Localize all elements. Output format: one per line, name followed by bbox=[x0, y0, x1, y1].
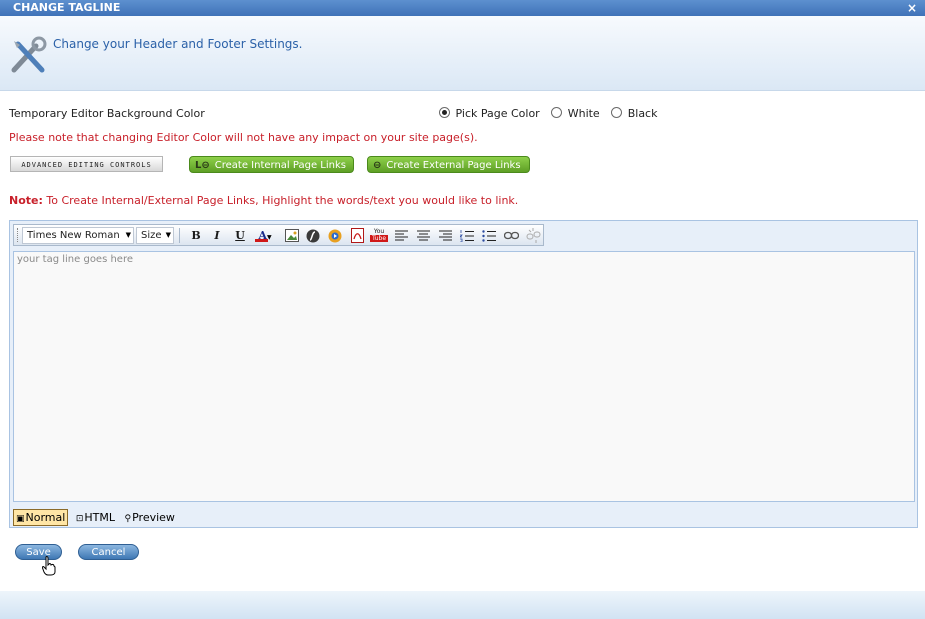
font-size-select[interactable]: Size ▼ bbox=[136, 227, 174, 244]
font-size-value: Size bbox=[141, 230, 162, 241]
background-color-label: Temporary Editor Background Color bbox=[9, 107, 205, 120]
editor-placeholder: your tag line goes here bbox=[17, 254, 134, 265]
tab-preview[interactable]: ⚲Preview bbox=[123, 510, 177, 525]
image-icon[interactable] bbox=[283, 227, 301, 244]
editor-mode-tabs: ▣Normal ⊡HTML ⚲Preview bbox=[13, 509, 179, 526]
dropdown-arrow-icon: ▼ bbox=[165, 231, 171, 239]
unlink-icon[interactable] bbox=[524, 227, 542, 244]
radio-label: White bbox=[567, 107, 600, 120]
radio-label: Black bbox=[627, 107, 658, 120]
italic-icon[interactable]: I bbox=[208, 227, 226, 244]
dropdown-arrow-icon: ▼ bbox=[125, 231, 131, 239]
page-header: Change your Header and Footer Settings. bbox=[0, 16, 925, 91]
bold-icon[interactable]: B bbox=[187, 227, 205, 244]
external-link-icon: ⊖ bbox=[373, 160, 382, 171]
tab-html[interactable]: ⊡HTML bbox=[74, 510, 117, 525]
flash-icon[interactable] bbox=[304, 227, 322, 244]
window-title: CHANGE TAGLINE bbox=[13, 1, 121, 14]
note-text: To Create Internal/External Page Links, … bbox=[46, 194, 519, 207]
toolbar-separator bbox=[179, 228, 180, 243]
unordered-list-icon[interactable] bbox=[480, 227, 498, 244]
settings-panel: Temporary Editor Background Color Pick P… bbox=[0, 91, 925, 591]
align-left-icon[interactable] bbox=[392, 227, 410, 244]
external-links-label: Create External Page Links bbox=[386, 160, 521, 171]
underline-icon[interactable]: U bbox=[231, 227, 249, 244]
internal-links-label: Create Internal Page Links bbox=[214, 160, 346, 171]
advanced-editing-controls-button[interactable]: ADVANCED EDITING CONTROLS bbox=[10, 156, 163, 172]
align-right-icon[interactable] bbox=[436, 227, 454, 244]
link-icon[interactable] bbox=[502, 227, 520, 244]
create-external-links-button[interactable]: ⊖ Create External Page Links bbox=[367, 156, 530, 173]
link-note: Note: To Create Internal/External Page L… bbox=[9, 194, 518, 207]
radio-pick-page-color[interactable]: Pick Page Color bbox=[439, 107, 540, 120]
rich-text-editor: Times New Roman ▼ Size ▼ B I U A▼ You Tu… bbox=[9, 220, 918, 528]
editor-toolbar: Times New Roman ▼ Size ▼ B I U A▼ You Tu… bbox=[13, 224, 544, 246]
tools-icon bbox=[11, 36, 47, 73]
pdf-icon[interactable] bbox=[348, 227, 366, 244]
normal-mode-icon: ▣ bbox=[16, 514, 25, 524]
radio-black[interactable]: Black bbox=[611, 107, 657, 120]
note-prefix: Note: bbox=[9, 194, 43, 207]
html-mode-icon: ⊡ bbox=[75, 514, 84, 524]
tab-preview-label: Preview bbox=[132, 511, 175, 524]
tagline-editor-area[interactable]: your tag line goes here bbox=[13, 251, 915, 502]
title-bar: CHANGE TAGLINE × bbox=[0, 0, 925, 16]
toolbar-handle[interactable] bbox=[17, 228, 20, 242]
cancel-button[interactable]: Cancel bbox=[78, 544, 139, 560]
font-family-select[interactable]: Times New Roman ▼ bbox=[22, 227, 134, 244]
ordered-list-icon[interactable] bbox=[458, 227, 476, 244]
font-family-value: Times New Roman bbox=[27, 230, 120, 241]
radio-icon bbox=[611, 107, 623, 118]
editor-color-warning: Please note that changing Editor Color w… bbox=[9, 131, 478, 144]
footer-bar bbox=[0, 591, 925, 619]
radio-white[interactable]: White bbox=[551, 107, 600, 120]
align-center-icon[interactable] bbox=[414, 227, 432, 244]
hand-cursor-icon bbox=[41, 556, 56, 581]
tab-normal[interactable]: ▣Normal bbox=[13, 509, 69, 526]
background-color-options: Pick Page Color White Black bbox=[439, 107, 665, 120]
magnifier-icon: ⚲ bbox=[124, 514, 132, 524]
radio-selected-icon bbox=[439, 107, 450, 118]
close-icon[interactable]: × bbox=[905, 1, 919, 15]
header-text: Change your Header and Footer Settings. bbox=[53, 37, 303, 51]
internal-link-icon: L⊖ bbox=[195, 160, 210, 171]
radio-icon bbox=[551, 107, 563, 118]
tab-html-label: HTML bbox=[84, 511, 115, 524]
youtube-icon[interactable]: You Tube bbox=[370, 227, 388, 244]
tab-normal-label: Normal bbox=[25, 511, 66, 524]
radio-label: Pick Page Color bbox=[455, 107, 540, 120]
font-color-icon[interactable]: A▼ bbox=[253, 227, 277, 244]
create-internal-links-button[interactable]: L⊖ Create Internal Page Links bbox=[189, 156, 354, 173]
media-icon[interactable] bbox=[326, 227, 344, 244]
